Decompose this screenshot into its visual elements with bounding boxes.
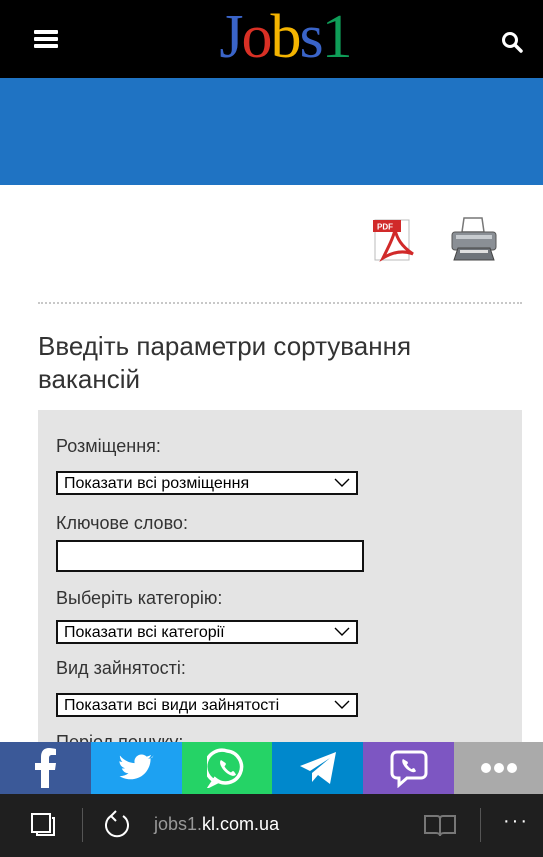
site-logo[interactable]: Jobs1 [200, 4, 370, 70]
browser-bar: jobs1.kl.com.ua ··· [0, 794, 543, 857]
logo-letter: b [270, 3, 302, 71]
facebook-share-button[interactable] [0, 742, 91, 794]
chevron-down-icon [334, 700, 350, 709]
category-select[interactable]: Показати всі категорії [56, 620, 358, 644]
category-label: Выберіть категорію: [56, 588, 223, 608]
location-label: Розміщення: [56, 436, 161, 456]
telegram-icon [299, 752, 336, 784]
reading-view-icon[interactable] [422, 812, 458, 838]
chevron-down-icon [334, 478, 350, 487]
location-select-value: Показати всі розміщення [64, 475, 250, 492]
url-prefix: jobs1. [154, 814, 203, 834]
logo-letter: 1 [321, 3, 353, 71]
location-select[interactable]: Показати всі розміщення [56, 471, 358, 495]
page-title: Введіть параметри сортування вакансій [38, 331, 412, 394]
employment-select-value: Показати всі види зайнятості [64, 697, 280, 714]
whatsapp-icon [207, 748, 244, 788]
address-bar[interactable]: jobs1.kl.com.ua [154, 814, 279, 835]
printer-icon[interactable] [448, 214, 500, 264]
share-bar [0, 742, 543, 794]
more-share-button[interactable] [454, 742, 543, 794]
logo-letter: s [299, 3, 324, 71]
whatsapp-share-button[interactable] [182, 742, 272, 794]
facebook-icon [34, 748, 56, 788]
telegram-share-button[interactable] [272, 742, 363, 794]
twitter-share-button[interactable] [91, 742, 182, 794]
blue-banner [0, 78, 543, 185]
more-options-button[interactable]: ··· [503, 810, 529, 833]
category-select-value: Показати всі категорії [64, 624, 225, 641]
dotted-divider [38, 302, 522, 304]
employment-select[interactable]: Показати всі види зайнятості [56, 693, 358, 717]
refresh-icon[interactable] [102, 810, 132, 840]
pdf-icon[interactable]: PDF [373, 216, 421, 264]
separator [480, 808, 481, 842]
logo-letter: o [241, 3, 273, 71]
separator [82, 808, 83, 842]
svg-text:PDF: PDF [377, 223, 393, 232]
employment-label: Вид зайнятості: [56, 658, 186, 678]
more-icon [480, 763, 517, 773]
viber-icon [390, 750, 427, 788]
keyword-input[interactable] [56, 540, 364, 572]
twitter-icon [118, 754, 154, 780]
chevron-down-icon [334, 627, 350, 636]
tabs-icon[interactable] [30, 812, 56, 836]
search-icon[interactable] [500, 30, 524, 54]
keyword-label: Ключове слово: [56, 513, 188, 533]
viber-share-button[interactable] [363, 742, 454, 794]
site-header: Jobs1 [0, 0, 543, 78]
url-host: kl.com.ua [202, 814, 280, 834]
logo-letter: J [219, 3, 243, 71]
hamburger-menu-icon[interactable] [34, 30, 58, 48]
